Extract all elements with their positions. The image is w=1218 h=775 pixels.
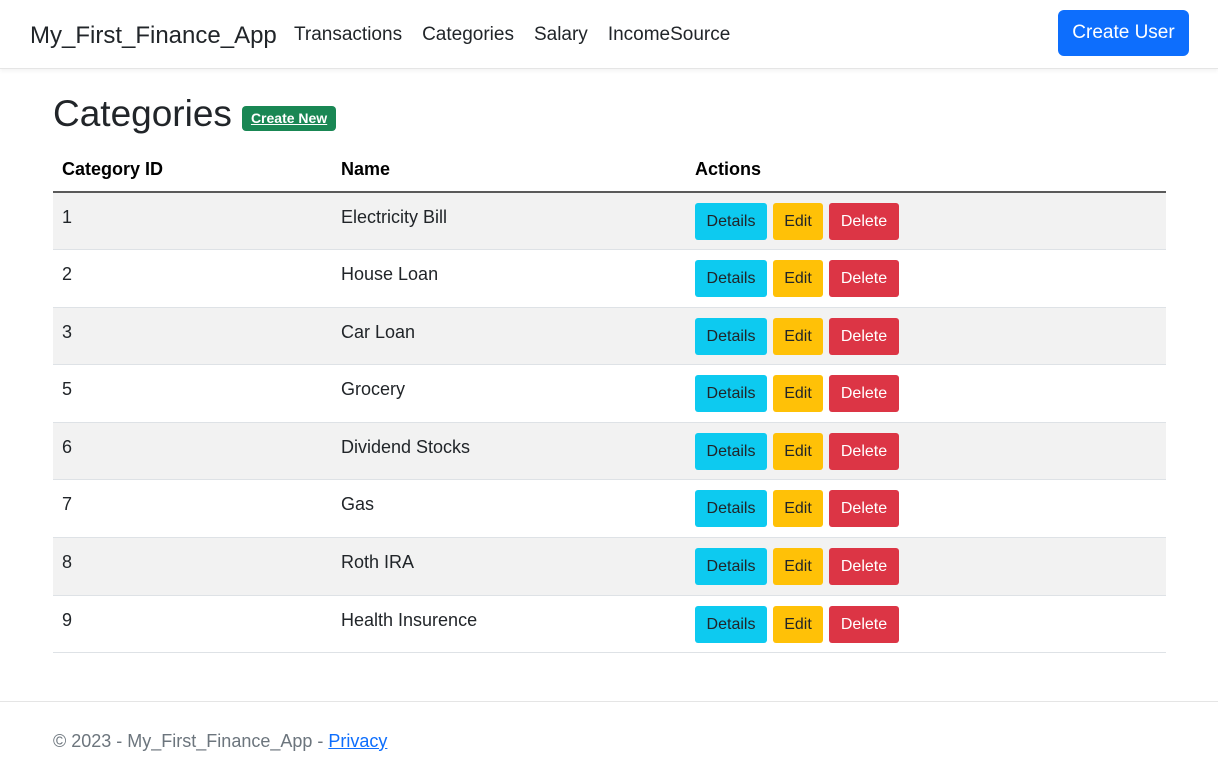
footer: © 2023 - My_First_Finance_App - Privacy xyxy=(0,701,1218,775)
delete-button[interactable]: Delete xyxy=(829,375,899,413)
details-button[interactable]: Details xyxy=(695,260,767,298)
cell-actions: Details Edit Delete xyxy=(686,192,1166,251)
cell-name: Roth IRA xyxy=(332,537,686,596)
create-new-button[interactable]: Create New xyxy=(241,105,337,131)
cell-name: Car Loan xyxy=(332,307,686,366)
cell-category-id: 1 xyxy=(53,192,332,251)
cell-actions: Details Edit Delete xyxy=(686,595,1166,654)
header-actions: Actions xyxy=(686,147,1166,193)
footer-text: © 2023 - My_First_Finance_App - Privacy xyxy=(53,731,387,752)
row-actions: Details Edit Delete xyxy=(695,490,1157,528)
nav-links: Transactions Categories Salary IncomeSou… xyxy=(294,22,730,48)
footer-copyright: © 2023 - My_First_Finance_App - xyxy=(53,731,329,751)
row-actions: Details Edit Delete xyxy=(695,260,1157,298)
cell-name: House Loan xyxy=(332,249,686,308)
cell-category-id: 3 xyxy=(53,307,332,366)
row-actions: Details Edit Delete xyxy=(695,605,1157,643)
row-actions: Details Edit Delete xyxy=(695,432,1157,470)
table-row: 2 House Loan Details Edit Delete xyxy=(53,249,1166,308)
header-name: Name xyxy=(332,147,686,193)
delete-button[interactable]: Delete xyxy=(829,432,899,470)
cell-category-id: 5 xyxy=(53,364,332,423)
edit-button[interactable]: Edit xyxy=(773,605,823,643)
delete-button[interactable]: Delete xyxy=(829,605,899,643)
navbar: My_First_Finance_App Transactions Catego… xyxy=(0,0,1218,69)
header-category-id: Category ID xyxy=(53,147,332,193)
delete-button[interactable]: Delete xyxy=(829,260,899,298)
cell-category-id: 9 xyxy=(53,595,332,654)
row-actions: Details Edit Delete xyxy=(695,203,1157,240)
delete-button[interactable]: Delete xyxy=(829,317,899,355)
page-header: Categories Create New xyxy=(53,92,337,136)
edit-button[interactable]: Edit xyxy=(773,490,823,528)
cell-name: Dividend Stocks xyxy=(332,422,686,481)
categories-table: Category ID Name Actions 1 Electricity Bi… xyxy=(53,147,1166,654)
table-body: 1 Electricity Bill Details Edit Delete 2 House… xyxy=(53,192,1166,654)
table-row: 7 Gas Details Edit Delete xyxy=(53,479,1166,539)
nav-link-categories[interactable]: Categories xyxy=(422,22,514,48)
table-row: 5 Grocery Details Edit Delete xyxy=(53,364,1166,423)
table-header-row: Category ID Name Actions xyxy=(53,147,1166,193)
cell-category-id: 2 xyxy=(53,249,332,308)
cell-actions: Details Edit Delete xyxy=(686,364,1166,423)
cell-name: Gas xyxy=(332,479,686,539)
edit-button[interactable]: Edit xyxy=(773,203,823,240)
details-button[interactable]: Details xyxy=(695,375,767,413)
page-title: Categories xyxy=(53,93,232,134)
table-row: 6 Dividend Stocks Details Edit Delete xyxy=(53,422,1166,481)
row-actions: Details Edit Delete xyxy=(695,548,1157,586)
row-actions: Details Edit Delete xyxy=(695,375,1157,413)
create-user-button[interactable]: Create User xyxy=(1058,10,1189,56)
details-button[interactable]: Details xyxy=(695,490,767,528)
cell-actions: Details Edit Delete xyxy=(686,249,1166,308)
privacy-link[interactable]: Privacy xyxy=(328,731,387,751)
navbar-brand[interactable]: My_First_Finance_App xyxy=(30,20,277,52)
nav-link-transactions[interactable]: Transactions xyxy=(294,22,402,48)
cell-actions: Details Edit Delete xyxy=(686,479,1166,539)
nav-link-salary[interactable]: Salary xyxy=(534,22,588,48)
cell-actions: Details Edit Delete xyxy=(686,537,1166,596)
edit-button[interactable]: Edit xyxy=(773,317,823,355)
delete-button[interactable]: Delete xyxy=(829,490,899,528)
details-button[interactable]: Details xyxy=(695,605,767,643)
cell-category-id: 7 xyxy=(53,479,332,539)
cell-name: Electricity Bill xyxy=(332,192,686,251)
table-row: 9 Health Insurence Details Edit Delete xyxy=(53,595,1166,654)
details-button[interactable]: Details xyxy=(695,548,767,586)
details-button[interactable]: Details xyxy=(695,317,767,355)
nav-link-incomesource[interactable]: IncomeSource xyxy=(608,22,731,48)
cell-actions: Details Edit Delete xyxy=(686,307,1166,366)
delete-button[interactable]: Delete xyxy=(829,203,899,240)
cell-category-id: 6 xyxy=(53,422,332,481)
cell-name: Health Insurence xyxy=(332,595,686,654)
table-row: 3 Car Loan Details Edit Delete xyxy=(53,307,1166,366)
cell-category-id: 8 xyxy=(53,537,332,596)
details-button[interactable]: Details xyxy=(695,432,767,470)
delete-button[interactable]: Delete xyxy=(829,548,899,586)
edit-button[interactable]: Edit xyxy=(773,375,823,413)
cell-name: Grocery xyxy=(332,364,686,423)
table-row: 8 Roth IRA Details Edit Delete xyxy=(53,537,1166,596)
edit-button[interactable]: Edit xyxy=(773,260,823,298)
edit-button[interactable]: Edit xyxy=(773,432,823,470)
cell-actions: Details Edit Delete xyxy=(686,422,1166,481)
table-row: 1 Electricity Bill Details Edit Delete xyxy=(53,192,1166,251)
row-actions: Details Edit Delete xyxy=(695,317,1157,355)
details-button[interactable]: Details xyxy=(695,203,767,240)
edit-button[interactable]: Edit xyxy=(773,548,823,586)
